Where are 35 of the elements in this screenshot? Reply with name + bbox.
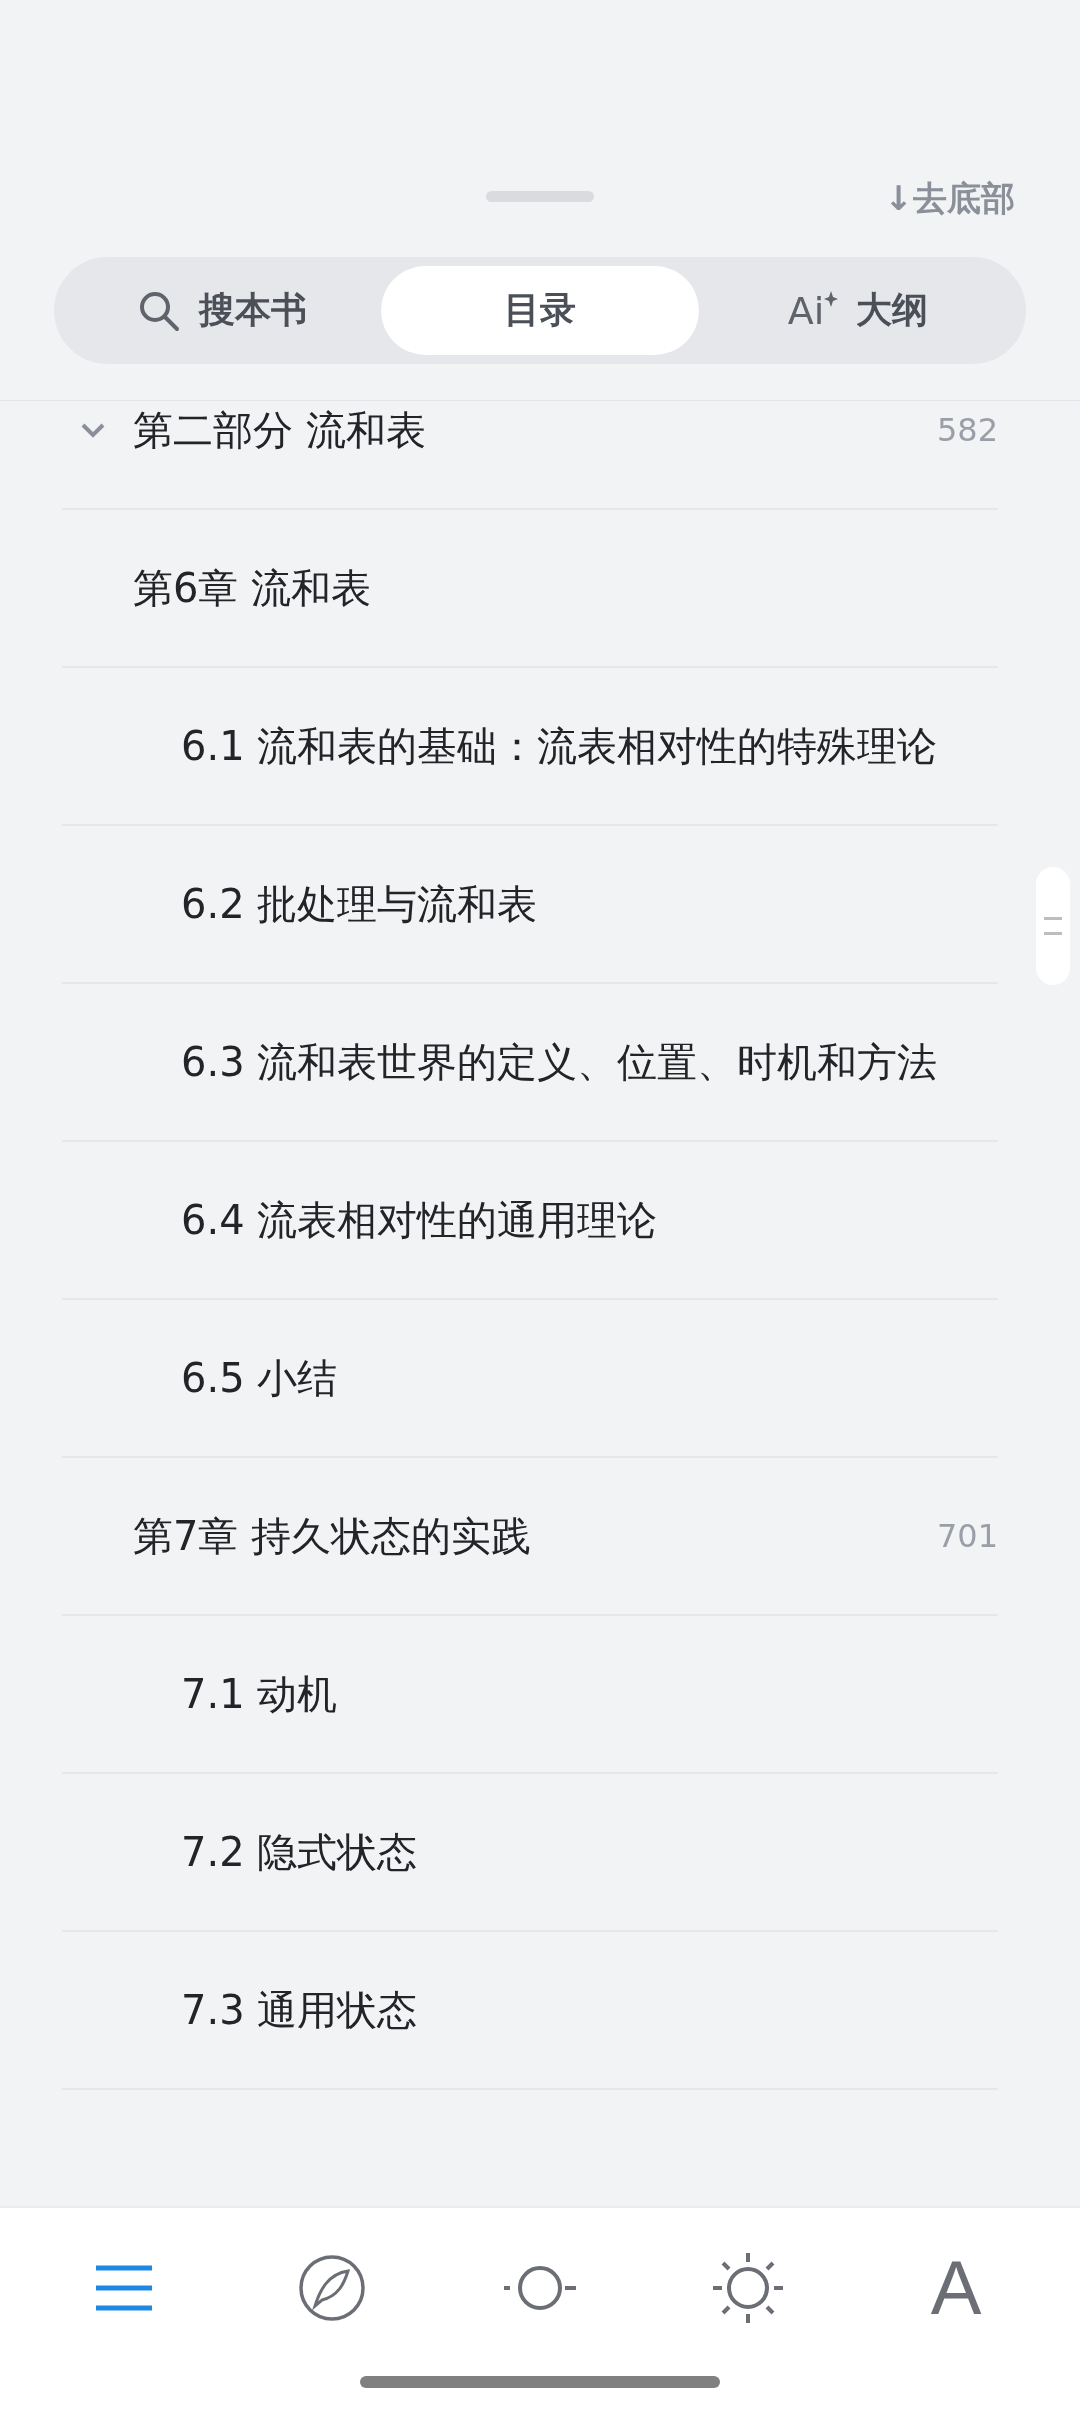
tab[interactable]: 目录	[381, 266, 699, 355]
menu-icon[interactable]	[94, 2264, 154, 2312]
toc-item[interactable]: 6.5 小结	[62, 1300, 998, 1458]
toc-title: 6.2 批处理与流和表	[181, 880, 539, 929]
scroll-handle[interactable]	[1036, 867, 1070, 985]
drag-handle[interactable]	[486, 191, 594, 202]
sparkle-icon	[824, 290, 839, 307]
toc-title: 7.2 隐式状态	[181, 1828, 419, 1877]
page-number: 701	[936, 1517, 998, 1555]
toc-title: 6.4 流表相对性的通用理论	[181, 1196, 659, 1245]
font-size-button[interactable]: A	[916, 2248, 996, 2328]
ai-icon-text: Ai	[787, 290, 825, 331]
toc-title: 第7章 持久状态的实践	[133, 1512, 533, 1561]
toc-title: 6.5 小结	[181, 1354, 339, 1403]
toc-title: 第6章 流和表	[133, 564, 373, 613]
feather-circle-icon[interactable]	[298, 2254, 366, 2322]
toc-item[interactable]: 7.1 动机	[62, 1616, 998, 1774]
toc-item[interactable]: 6.1 流和表的基础：流表相对性的特殊理论	[62, 668, 998, 826]
toc-item[interactable]: 第6章 流和表	[62, 510, 998, 668]
toc-title: 第二部分 流和表	[133, 406, 427, 455]
toc-item[interactable]: 第二部分 流和表 582	[62, 401, 998, 510]
toc-item[interactable]: 6.4 流表相对性的通用理论	[62, 1142, 998, 1300]
toc-item[interactable]: 7.3 通用状态	[62, 1932, 998, 2090]
brightness-icon[interactable]	[713, 2253, 783, 2323]
toc-item[interactable]: 6.2 批处理与流和表	[62, 826, 998, 984]
toc-title: 7.3 通用状态	[181, 1986, 419, 2035]
toc-item[interactable]: 6.3 流和表世界的定义、位置、时机和方法	[62, 984, 998, 1142]
tab[interactable]: 搜本书	[63, 266, 381, 355]
tab[interactable]: Ai 大纲	[699, 266, 1017, 355]
toc-item[interactable]: 7.2 隐式状态	[62, 1774, 998, 1932]
toc-item[interactable]: 第7章 持久状态的实践 701	[62, 1458, 998, 1616]
toc-title: 7.1 动机	[181, 1670, 339, 1719]
toc-title: 6.3 流和表世界的定义、位置、时机和方法	[181, 1038, 939, 1087]
page-number: 582	[936, 411, 998, 449]
toc-title: 6.1 流和表的基础：流表相对性的特殊理论	[181, 722, 939, 771]
